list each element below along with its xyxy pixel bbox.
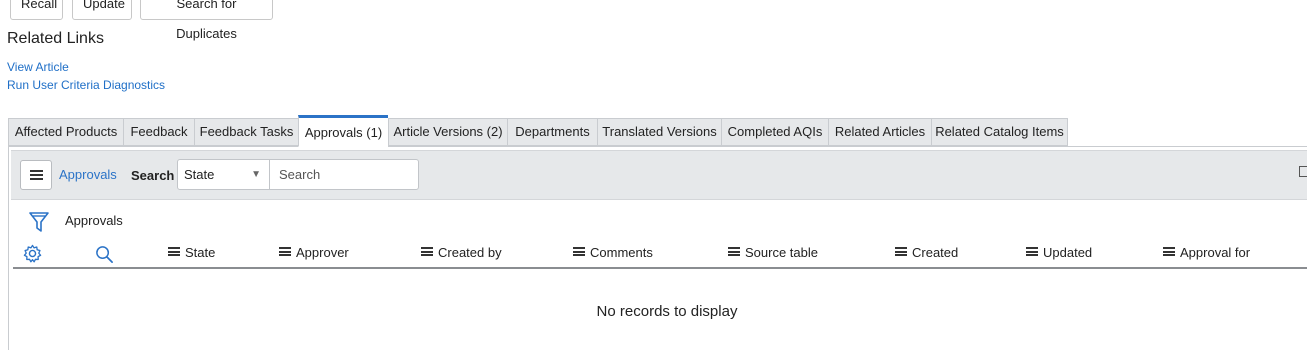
search-label: Search <box>131 168 175 183</box>
column-menu-icon[interactable] <box>421 247 433 256</box>
search-icon[interactable] <box>95 245 114 264</box>
column-header-updated[interactable]: Updated <box>1026 245 1092 260</box>
column-header-source-table[interactable]: Source table <box>728 245 818 260</box>
column-header-state[interactable]: State <box>168 245 215 260</box>
tab-feedback[interactable]: Feedback <box>123 118 194 146</box>
column-header-approval-for[interactable]: Approval for <box>1163 245 1250 260</box>
column-header-created-by[interactable]: Created by <box>421 245 502 260</box>
collapse-icon[interactable] <box>1299 166 1307 177</box>
tab-completed-aqis[interactable]: Completed AQIs <box>721 118 828 146</box>
recall-button[interactable]: Recall <box>10 0 63 20</box>
view-article-link[interactable]: View Article <box>7 60 69 74</box>
hamburger-menu-icon[interactable] <box>20 160 52 190</box>
column-menu-icon[interactable] <box>1163 247 1175 256</box>
list-title[interactable]: Approvals <box>59 167 117 182</box>
tab-feedback-tasks[interactable]: Feedback Tasks <box>194 118 298 146</box>
filter-breadcrumb[interactable]: Approvals <box>65 213 123 228</box>
tab-affected-products[interactable]: Affected Products <box>8 118 123 146</box>
column-menu-icon[interactable] <box>573 247 585 256</box>
tab-departments[interactable]: Departments <box>507 118 597 146</box>
column-header-approver[interactable]: Approver <box>279 245 349 260</box>
search-input[interactable] <box>269 159 419 190</box>
related-links-title: Related Links <box>7 30 104 47</box>
related-list-tabs: Affected Products Feedback Feedback Task… <box>8 115 1307 147</box>
header-divider <box>13 267 1307 269</box>
update-button[interactable]: Update <box>72 0 132 20</box>
tab-approvals[interactable]: Approvals (1) <box>298 115 388 147</box>
tab-article-versions[interactable]: Article Versions (2) <box>388 118 507 146</box>
list-toolbar: Approvals Search State ▼ <box>11 150 1307 200</box>
tab-related-catalog-items[interactable]: Related Catalog Items <box>931 118 1068 146</box>
tab-translated-versions[interactable]: Translated Versions <box>597 118 721 146</box>
gear-icon[interactable] <box>23 244 42 263</box>
empty-state-message: No records to display <box>596 303 738 320</box>
search-field-select[interactable]: State ▼ <box>177 159 270 190</box>
tab-related-articles[interactable]: Related Articles <box>828 118 931 146</box>
filter-icon[interactable] <box>29 211 49 233</box>
chevron-down-icon: ▼ <box>251 169 261 180</box>
search-field-value: State <box>184 167 215 182</box>
search-duplicates-button[interactable]: Search for Duplicates <box>140 0 273 41</box>
column-menu-icon[interactable] <box>895 247 907 256</box>
column-menu-icon[interactable] <box>168 247 180 256</box>
column-menu-icon[interactable] <box>279 247 291 256</box>
column-menu-icon[interactable] <box>728 247 740 256</box>
column-header-created[interactable]: Created <box>895 245 958 260</box>
run-user-criteria-diagnostics-link[interactable]: Run User Criteria Diagnostics <box>7 78 165 92</box>
column-header-comments[interactable]: Comments <box>573 245 653 260</box>
column-menu-icon[interactable] <box>1026 247 1038 256</box>
